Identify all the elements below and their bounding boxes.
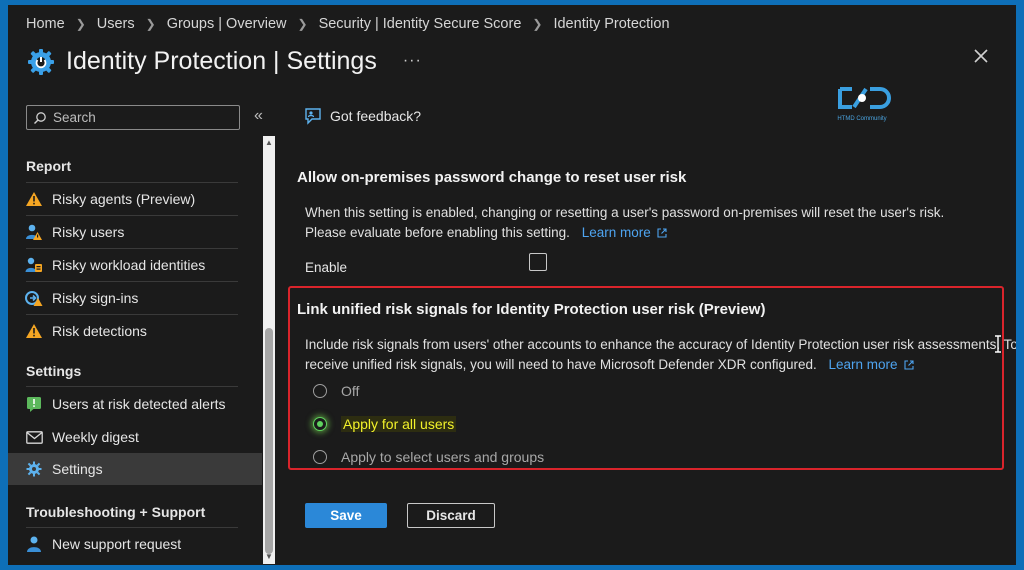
radio-apply-select-users[interactable]: Apply to select users and groups bbox=[313, 446, 544, 468]
section-troubleshooting-support: Troubleshooting + Support bbox=[26, 504, 206, 520]
more-options-icon[interactable]: ··· bbox=[403, 52, 422, 70]
sidebar: « Report Risky agents (Preview) Risky us… bbox=[8, 95, 278, 565]
section-title-unified-risk-signals: Link unified risk signals for Identity P… bbox=[297, 301, 766, 318]
radio-apply-all-users[interactable]: Apply for all users bbox=[313, 413, 457, 435]
scroll-down-icon[interactable]: ▼ bbox=[263, 552, 275, 562]
external-link-icon bbox=[657, 224, 667, 238]
htmd-community-logo: HTMD Community bbox=[832, 81, 892, 125]
section-description-line2: receive unified risk signals, you will n… bbox=[305, 355, 914, 375]
user-risk-icon bbox=[25, 223, 43, 241]
sidebar-item-risky-workload-identities[interactable]: Risky workload identities bbox=[8, 249, 262, 281]
section-report: Report bbox=[26, 158, 72, 174]
sidebar-item-label: Users at risk detected alerts bbox=[52, 396, 226, 412]
external-link-icon bbox=[904, 356, 914, 370]
section-title-password-change: Allow on-premises password change to res… bbox=[297, 169, 687, 186]
breadcrumb-users[interactable]: Users bbox=[97, 16, 135, 32]
sign-in-icon bbox=[25, 289, 43, 307]
sidebar-item-weekly-digest[interactable]: Weekly digest bbox=[8, 421, 262, 453]
sidebar-item-label: Settings bbox=[52, 461, 103, 477]
learn-more-label: Learn more bbox=[828, 357, 898, 372]
search-icon bbox=[33, 111, 47, 125]
sidebar-item-risky-users[interactable]: Risky users bbox=[8, 216, 262, 248]
breadcrumb-home[interactable]: Home bbox=[26, 16, 65, 32]
radio-label: Off bbox=[341, 383, 360, 399]
sidebar-item-new-support-request[interactable]: New support request bbox=[8, 528, 262, 560]
sidebar-item-users-at-risk-alerts[interactable]: Users at risk detected alerts bbox=[8, 388, 262, 420]
section-description-text: Please evaluate before enabling this set… bbox=[305, 225, 570, 240]
radio-button-selected[interactable] bbox=[313, 417, 327, 431]
section-description: When this setting is enabled, changing o… bbox=[305, 205, 945, 220]
save-button[interactable]: Save bbox=[305, 503, 387, 528]
portal-window: Home ❯ Users ❯ Groups | Overview ❯ Secur… bbox=[8, 5, 1016, 565]
learn-more-link[interactable]: Learn more bbox=[582, 225, 667, 240]
logo-caption: HTMD Community bbox=[837, 116, 887, 122]
search-box[interactable] bbox=[26, 105, 240, 130]
sidebar-item-label: Risky agents (Preview) bbox=[52, 191, 196, 207]
warning-icon bbox=[25, 322, 43, 340]
gear-icon bbox=[25, 460, 43, 478]
sidebar-item-label: New support request bbox=[52, 536, 182, 552]
chevron-right-icon: ❯ bbox=[532, 17, 543, 31]
sidebar-item-label: Risky users bbox=[52, 224, 125, 240]
radio-off[interactable]: Off bbox=[313, 380, 359, 402]
discard-button[interactable]: Discard bbox=[407, 503, 495, 528]
sidebar-item-label: Risky sign-ins bbox=[52, 290, 139, 306]
breadcrumb: Home ❯ Users ❯ Groups | Overview ❯ Secur… bbox=[26, 15, 670, 33]
sidebar-item-label: Risk detections bbox=[52, 323, 147, 339]
breadcrumb-identity-secure-score[interactable]: Security | Identity Secure Score bbox=[319, 16, 522, 32]
feedback-button[interactable]: Got feedback? bbox=[304, 107, 421, 125]
sidebar-item-risky-agents[interactable]: Risky agents (Preview) bbox=[8, 183, 262, 215]
breadcrumb-identity-protection[interactable]: Identity Protection bbox=[553, 16, 669, 32]
identity-protection-gear-icon bbox=[26, 46, 56, 76]
radio-button[interactable] bbox=[313, 384, 327, 398]
collapse-sidebar-icon[interactable]: « bbox=[254, 107, 263, 125]
scroll-up-icon[interactable]: ▲ bbox=[263, 138, 275, 148]
scrollbar-thumb[interactable] bbox=[265, 328, 273, 554]
sidebar-item-risk-detections[interactable]: Risk detections bbox=[8, 315, 262, 347]
warning-icon bbox=[25, 190, 43, 208]
section-description-text: receive unified risk signals, you will n… bbox=[305, 357, 817, 372]
workload-identity-icon bbox=[25, 256, 43, 274]
feedback-label: Got feedback? bbox=[330, 108, 422, 124]
close-icon[interactable] bbox=[972, 47, 990, 65]
divider bbox=[26, 386, 238, 387]
title-row: Identity Protection | Settings ··· bbox=[26, 41, 422, 81]
sidebar-scrollbar[interactable]: ▲ ▼ bbox=[263, 136, 275, 564]
chevron-right-icon: ❯ bbox=[297, 17, 308, 31]
sidebar-item-label: Weekly digest bbox=[52, 429, 139, 445]
sidebar-item-label: Risky workload identities bbox=[52, 257, 206, 273]
radio-button[interactable] bbox=[313, 450, 327, 464]
learn-more-link[interactable]: Learn more bbox=[829, 357, 914, 372]
section-description: Include risk signals from users' other a… bbox=[305, 337, 1016, 352]
breadcrumb-groups-overview[interactable]: Groups | Overview bbox=[167, 16, 287, 32]
enable-label: Enable bbox=[305, 260, 348, 275]
main-content: Got feedback? HTMD Community Allow on-pr… bbox=[278, 87, 1016, 565]
sidebar-item-risky-sign-ins[interactable]: Risky sign-ins bbox=[8, 282, 262, 314]
search-input[interactable] bbox=[53, 110, 233, 125]
chevron-right-icon: ❯ bbox=[145, 17, 156, 31]
mail-icon bbox=[25, 428, 43, 446]
chevron-right-icon: ❯ bbox=[75, 17, 86, 31]
page-title: Identity Protection | Settings bbox=[66, 46, 377, 75]
support-person-icon bbox=[25, 535, 43, 553]
enable-checkbox[interactable] bbox=[529, 253, 547, 271]
radio-label: Apply to select users and groups bbox=[341, 449, 545, 465]
section-description-line2: Please evaluate before enabling this set… bbox=[305, 223, 667, 243]
learn-more-label: Learn more bbox=[581, 225, 651, 240]
alert-icon bbox=[25, 395, 43, 413]
sidebar-item-settings[interactable]: Settings bbox=[8, 453, 262, 485]
section-settings: Settings bbox=[26, 363, 82, 379]
text-cursor-icon bbox=[993, 335, 1003, 353]
feedback-icon bbox=[304, 107, 322, 125]
radio-label: Apply for all users bbox=[341, 416, 457, 432]
